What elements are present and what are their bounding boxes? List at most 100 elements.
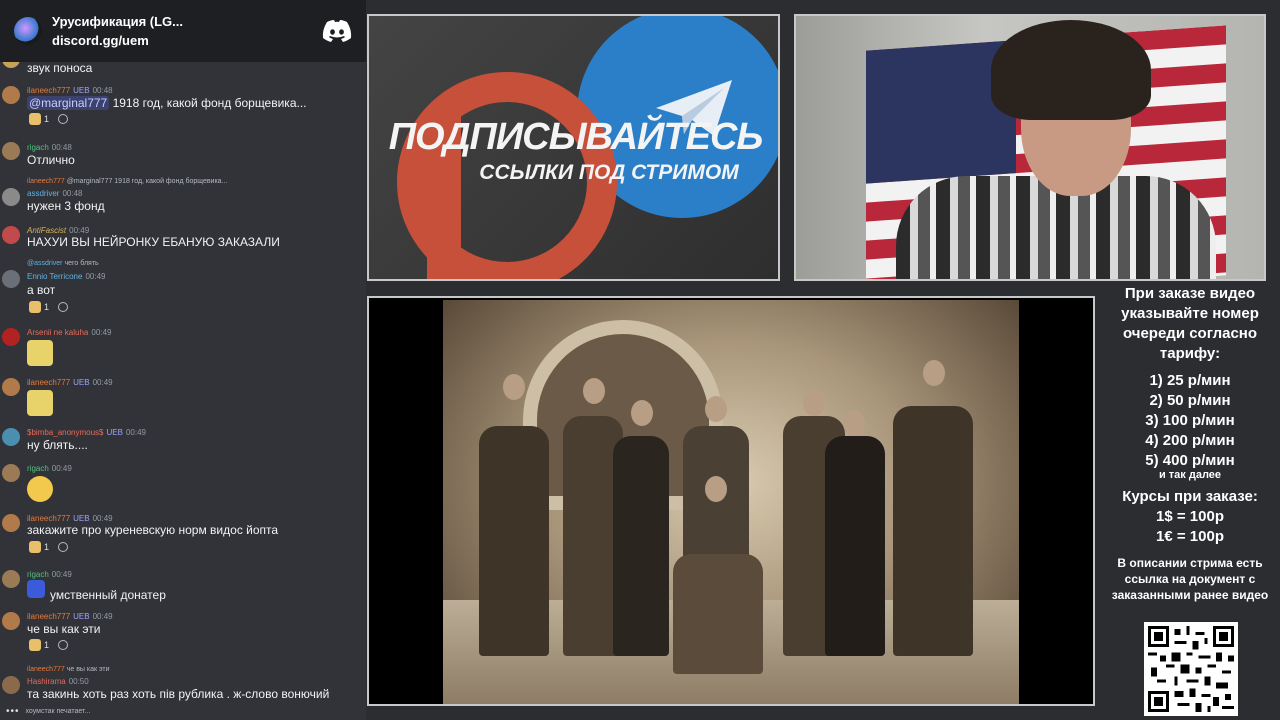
server-badge: UEB — [73, 514, 90, 523]
message-meta: assdriver 00:48 — [27, 189, 82, 198]
message-meta: $bimba_anonymous$ UEB 00:49 — [27, 428, 146, 437]
tariff-item: 3) 100 р/мин — [1145, 412, 1235, 429]
timestamp: 00:49 — [92, 378, 113, 387]
head — [631, 400, 653, 426]
reaction-count: 1 — [44, 302, 50, 312]
streamer-hair — [991, 20, 1151, 120]
description-note: В описании стрима есть ссылка на докумен… — [1111, 556, 1269, 602]
emoji-icon — [29, 113, 41, 125]
avatar — [2, 676, 20, 694]
username[interactable]: rigach — [27, 143, 49, 152]
username[interactable]: ilaneech777 — [27, 378, 70, 387]
avatar — [2, 612, 20, 630]
message-text: закажите про куреневскую норм видос йопт… — [27, 523, 279, 537]
message-meta: rigach 00:48 — [27, 143, 72, 152]
username[interactable]: assdriver — [27, 189, 59, 198]
avatar — [2, 226, 20, 244]
tariff-more: и так далее — [1158, 469, 1222, 481]
promo-title: ПОДПИСЫВАЙТЕСЬ — [388, 116, 764, 158]
timestamp: 00:49 — [69, 226, 90, 235]
message-meta: Arsenii ne kaluha 00:49 — [27, 328, 111, 337]
timestamp: 00:48 — [62, 189, 83, 198]
username[interactable]: Arsenii ne kaluha — [27, 328, 88, 337]
tariff-item: 1) 25 р/мин — [1149, 372, 1231, 389]
reaction[interactable]: 1 — [29, 638, 69, 652]
head — [705, 476, 727, 502]
username[interactable]: rigach — [27, 570, 49, 579]
video-player[interactable] — [367, 296, 1095, 706]
reply-preview[interactable]: ilaneech777 че вы как эти — [27, 666, 110, 673]
message-list[interactable]: звук поноса ilaneech777 UEB 00:48 @margina… — [0, 58, 366, 708]
emoji-icon — [29, 541, 41, 553]
message-meta: ilaneech777 UEB 00:49 — [27, 612, 113, 621]
avatar — [2, 570, 20, 588]
timestamp: 00:49 — [92, 514, 113, 523]
avatar — [2, 270, 20, 288]
message-text: та закинь хоть раз хоть пів рублика . ж-… — [27, 687, 330, 701]
sticker-image — [27, 340, 53, 366]
laughing-emoji-icon — [27, 476, 53, 502]
username[interactable]: Hashirama — [27, 677, 66, 686]
server-name: Урусификация (LG... — [52, 14, 183, 29]
typing-dots-icon: ••• — [6, 706, 20, 717]
message-text: звук поноса — [27, 61, 93, 75]
seated-musician-figure — [673, 554, 763, 674]
message-meta: ilaneech777 UEB 00:49 — [27, 378, 113, 387]
username[interactable]: Ennio Terricone — [27, 272, 82, 281]
head — [843, 410, 865, 436]
order-info-panel: При заказе видео указывайте номер очеред… — [1100, 284, 1280, 603]
reaction-count: 1 — [44, 542, 50, 552]
add-reaction-icon[interactable] — [58, 114, 69, 124]
chat-header: Урусификация (LG... discord.gg/uem — [0, 0, 366, 62]
timestamp: 00:48 — [92, 86, 113, 95]
reaction[interactable]: 1 — [29, 112, 69, 126]
message-text: а вот — [27, 283, 56, 297]
soldier-figure — [893, 406, 973, 656]
typing-text: хоумстак печатает... — [25, 708, 91, 715]
emoji-icon — [27, 580, 45, 598]
message-meta: Ennio Terricone 00:49 — [27, 272, 105, 281]
avatar — [2, 464, 20, 482]
avatar — [2, 188, 20, 206]
reply-preview[interactable]: @assdriver чего блять — [27, 260, 99, 267]
server-badge: UEB — [73, 378, 90, 387]
rate-eur: 1€ = 100р — [1156, 528, 1224, 545]
woman-figure — [825, 436, 885, 656]
reaction[interactable]: 1 — [29, 300, 69, 314]
add-reaction-icon[interactable] — [58, 542, 69, 552]
username[interactable]: AntiFascist — [27, 226, 66, 235]
avatar — [2, 514, 20, 532]
promo-subtitle: ССЫЛКИ ПОД СТРИМОМ — [479, 161, 739, 184]
message-meta: AntiFascist 00:49 — [27, 226, 89, 235]
order-note: При заказе видео указывайте номер очеред… — [1121, 285, 1259, 362]
server-icon — [14, 17, 42, 45]
username[interactable]: ilaneech777 — [27, 514, 70, 523]
head — [705, 396, 727, 422]
timestamp: 00:50 — [68, 677, 89, 686]
username[interactable]: rigach — [27, 464, 49, 473]
username[interactable]: $bimba_anonymous$ — [27, 428, 104, 437]
head — [583, 378, 605, 404]
reply-preview[interactable]: ilaneech777 @marginal777 1918 год, какой… — [27, 178, 227, 185]
invite-link[interactable]: discord.gg/uem — [52, 33, 322, 48]
server-badge: UEB — [73, 612, 90, 621]
emoji-icon — [29, 301, 41, 313]
sticker-image — [27, 390, 53, 416]
tariff-item: 5) 400 р/мин — [1145, 452, 1235, 469]
add-reaction-icon[interactable] — [58, 640, 69, 650]
head — [923, 360, 945, 386]
reaction-count: 1 — [44, 640, 50, 650]
username[interactable]: ilaneech777 — [27, 86, 70, 95]
reaction-count: 1 — [44, 114, 50, 124]
qr-code-icon — [1148, 626, 1234, 712]
username[interactable]: ilaneech777 — [27, 612, 70, 621]
reaction[interactable]: 1 — [29, 540, 69, 554]
message-text: @marginal777 1918 год, какой фонд борщев… — [27, 96, 307, 110]
webcam-feed — [794, 14, 1266, 281]
discord-icon — [322, 20, 352, 42]
avatar — [2, 142, 20, 160]
add-reaction-icon[interactable] — [58, 302, 69, 312]
message-meta: ilaneech777 UEB 00:48 — [27, 86, 113, 95]
user-mention[interactable]: @marginal777 — [27, 96, 110, 110]
qr-code — [1144, 622, 1238, 716]
